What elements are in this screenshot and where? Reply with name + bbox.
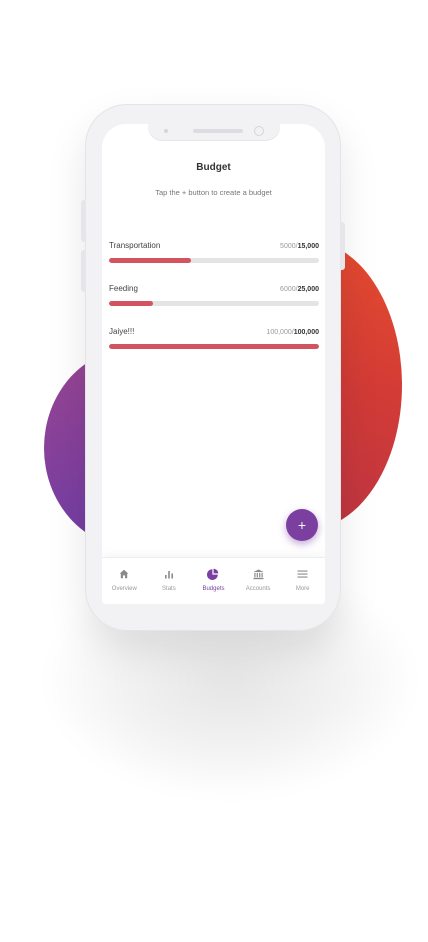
- empty-hint-text: Tap the + button to create a budget: [155, 188, 272, 197]
- budget-item-transportation[interactable]: Transportation 5000/15,000: [109, 241, 319, 263]
- budget-amount: 6000/25,000: [280, 286, 319, 293]
- tab-label: Budgets: [202, 586, 225, 592]
- tab-budgets[interactable]: Budgets: [191, 558, 236, 604]
- budget-progress-track: [109, 258, 319, 263]
- tab-label: More: [295, 586, 310, 592]
- tab-label: Overview: [111, 586, 137, 592]
- budget-progress-track: [109, 344, 319, 349]
- budget-limit: 100,000: [293, 329, 319, 336]
- bar-chart-icon: [147, 568, 192, 580]
- bank-icon: [236, 568, 281, 580]
- phone-mockup: Budget Tap the + button to create a budg…: [81, 104, 345, 631]
- sensor-dot: [163, 129, 168, 133]
- pie-chart-icon: [191, 568, 236, 580]
- phone-notch: [147, 124, 280, 141]
- budget-progress-fill: [109, 344, 319, 349]
- budget-spent: 5000: [280, 243, 296, 250]
- budget-name: Jaiye!!!: [109, 327, 135, 336]
- tab-label: Stats: [162, 586, 176, 592]
- budget-progress-fill: [109, 301, 154, 306]
- budget-progress-track: [109, 301, 319, 306]
- promo-stage: Budget Tap the + button to create a budg…: [0, 0, 428, 942]
- speaker-grille: [192, 129, 243, 133]
- home-icon: [102, 568, 147, 580]
- tab-more[interactable]: More: [280, 558, 325, 604]
- budget-limit: 15,000: [297, 243, 319, 250]
- add-budget-button[interactable]: +: [286, 509, 318, 541]
- budget-limit: 25,000: [297, 286, 319, 293]
- budget-progress-fill: [109, 258, 191, 263]
- page-title: Budget: [196, 162, 231, 173]
- budget-amount: 5000/15,000: [280, 243, 319, 250]
- bottom-tab-bar: Overview Stats Budgets Accounts More: [102, 557, 325, 604]
- volume-up-button: [81, 200, 86, 242]
- tab-overview[interactable]: Overview: [102, 558, 147, 604]
- menu-icon: [280, 568, 325, 580]
- budget-amount: 100,000/100,000: [266, 329, 319, 336]
- budget-item-feeding[interactable]: Feeding 6000/25,000: [109, 284, 319, 306]
- budget-name: Feeding: [109, 284, 138, 293]
- tab-accounts[interactable]: Accounts: [236, 558, 281, 604]
- budget-spent: 6000: [280, 286, 296, 293]
- power-button: [340, 222, 345, 270]
- budget-item-jaiye[interactable]: Jaiye!!! 100,000/100,000: [109, 327, 319, 349]
- tab-stats[interactable]: Stats: [147, 558, 192, 604]
- front-camera: [253, 126, 264, 136]
- volume-down-button: [81, 250, 86, 292]
- tab-label: Accounts: [245, 586, 271, 592]
- app-screen: Budget Tap the + button to create a budg…: [102, 124, 325, 604]
- budget-name: Transportation: [109, 241, 161, 250]
- budget-spent: 100,000: [266, 329, 292, 336]
